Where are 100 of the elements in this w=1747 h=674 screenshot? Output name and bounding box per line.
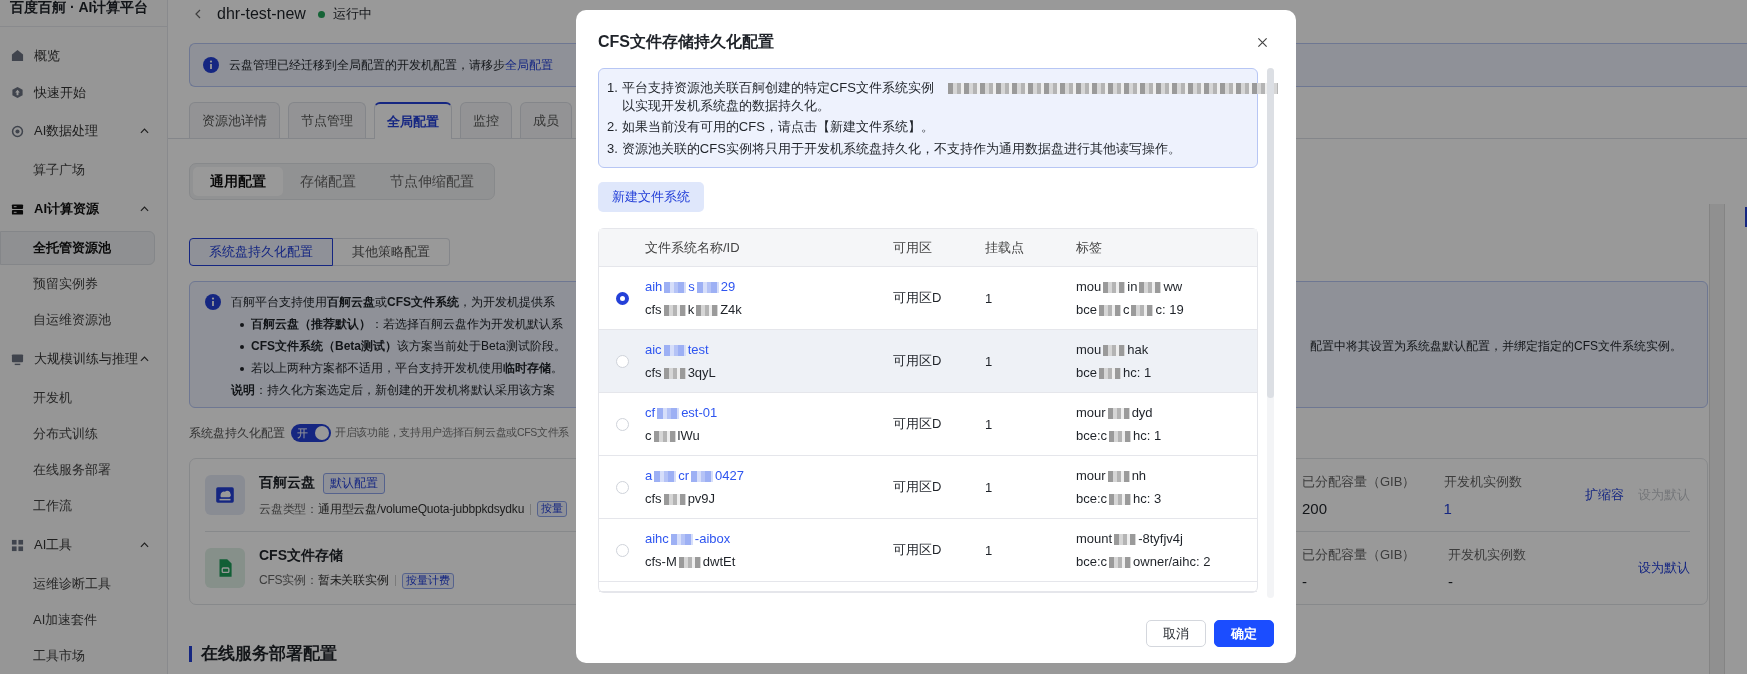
nav-item[interactable]: 分布式训练	[0, 417, 155, 451]
table-cell-text: 可用区D	[893, 289, 943, 307]
metric-value[interactable]: 1	[1443, 500, 1585, 517]
nav-item[interactable]: 大规模训练与推理	[0, 339, 167, 379]
scrollbar[interactable]	[1709, 204, 1725, 674]
nav-item[interactable]: 工作流	[0, 489, 155, 523]
table-row[interactable]: aic test cfs 3qyL 可用区D 1 mou hak bce hc: 1	[599, 330, 1257, 393]
setting-hint: 开启该功能，支持用户选择百舸云盘或CFS文件系	[335, 426, 570, 440]
file-system-id: cfs pv9J	[645, 491, 716, 506]
nav-item[interactable]: AI数据处理	[0, 111, 167, 151]
note-text: 资源池关联的CFS实例将只用于开发机系统盘持久化，不支持作为通用数据盘进行其他读写操作。	[621, 139, 1181, 157]
tab[interactable]: 节点管理	[288, 102, 366, 138]
metric-label: 已分配容量（GIB）	[1302, 546, 1417, 564]
info-text: 百舸云盘（推荐默认）：若选择百舸云盘作为开发机默认系	[251, 316, 563, 333]
section-title: 在线服务部署配置	[201, 643, 337, 665]
nav-item[interactable]: AI计算资源	[0, 189, 167, 229]
file-system-id: cfs-M dwtEt	[645, 554, 736, 569]
metric-label: 开发机实例数	[1443, 473, 1523, 491]
nav-item[interactable]: 预留实例券	[0, 267, 155, 301]
grid-icon	[11, 538, 24, 552]
notice-link[interactable]: 全局配置	[505, 56, 553, 74]
nav-item[interactable]: 快速开始	[0, 74, 167, 111]
file-system-id: c lWu	[645, 428, 700, 443]
tab[interactable]: 全局配置	[374, 102, 452, 139]
segment[interactable]: 节点伸缩配置	[373, 167, 491, 196]
app-title: 百度百舸 · AI计算平台	[10, 0, 149, 16]
info-text: 百舸平台支持使用百舸云盘或CFS文件系统，为开发机提供系	[231, 294, 555, 311]
anchor-marker	[1745, 207, 1747, 227]
column-header: 文件系统名称/ID	[645, 238, 741, 257]
nav-item[interactable]: 开发机	[0, 381, 155, 415]
table-cell-text: 可用区D	[893, 541, 943, 559]
table-row[interactable]: cf est-01 c lWu 可用区D 1 mour dyd bce:c hc: 1	[599, 393, 1257, 456]
nav-item[interactable]: 概览	[0, 37, 167, 74]
note-text: 如果当前没有可用的CFS，请点击【新建文件系统】。	[621, 118, 934, 136]
note-text: 平台支持资源池关联百舸创建的特定CFS文件系统实例 以实现开发机系统盘的数据持久化。	[621, 79, 1280, 114]
back-icon[interactable]	[195, 9, 201, 19]
tab[interactable]: 成员	[520, 102, 572, 138]
server-icon	[11, 202, 24, 216]
nav-item[interactable]: 算子广场	[0, 153, 155, 187]
home-icon	[11, 49, 24, 62]
sub-tab[interactable]: 其他策略配置	[333, 238, 450, 266]
nav-item[interactable]: 自运维资源池	[0, 303, 155, 337]
nav-item[interactable]: 全托管资源池	[0, 231, 155, 265]
table-cell-text: 1	[985, 290, 994, 306]
column-header: 挂载点	[985, 238, 1025, 257]
hexagon-icon	[11, 86, 24, 99]
nav-item[interactable]: 在线服务部署	[0, 453, 155, 487]
action-link[interactable]: 扩缩容	[1585, 486, 1624, 504]
toggle-switch[interactable]: 开	[291, 424, 331, 442]
cancel-button[interactable]: 取消	[1146, 620, 1206, 647]
column-header: 标签	[1076, 238, 1103, 257]
scrollbar[interactable]	[1267, 68, 1274, 598]
file-system-link[interactable]: cf est-01	[645, 405, 718, 420]
info-text: 配置中将其设置为系统盘默认配置，并绑定指定的CFS文件系统实例。	[1310, 338, 1682, 355]
table-cell-text: 1	[985, 542, 994, 558]
resource-title: dhr-test-new	[217, 5, 306, 23]
file-system-link[interactable]: aihc -aibox	[645, 531, 731, 546]
nav-item[interactable]: 工具市场	[0, 639, 155, 673]
note-number: 2.	[607, 118, 618, 136]
detail-label: CFS实例：	[259, 572, 318, 589]
tag-text: bce c c: 19	[1076, 302, 1184, 317]
radio-button[interactable]	[615, 291, 629, 305]
target-icon	[11, 124, 24, 138]
tab[interactable]: 资源池详情	[189, 102, 280, 138]
storage-name: CFS文件存储	[259, 547, 343, 565]
nav-item[interactable]: 运维诊断工具	[0, 567, 155, 601]
nav-item[interactable]: AI加速套件	[0, 603, 155, 637]
info-text: 若以上两种方案都不适用，平台支持开发机使用临时存储。	[251, 360, 563, 377]
segment[interactable]: 通用配置	[193, 167, 283, 196]
note-number: 3.	[607, 139, 618, 157]
billing-tag: 按量计费	[401, 572, 454, 589]
confirm-button[interactable]: 确定	[1214, 620, 1274, 647]
metric-value: -	[1302, 573, 1308, 590]
file-system-link[interactable]: aic test	[645, 342, 709, 357]
nav-item[interactable]: AI工具	[0, 525, 167, 565]
new-file-system-button[interactable]: 新建文件系统	[598, 182, 704, 212]
tag-text: bce:c hc: 1	[1076, 428, 1162, 443]
dialog-title: CFS文件存储持久化配置	[598, 31, 774, 52]
file-icon	[205, 548, 245, 588]
table-cell-text: 1	[985, 479, 994, 495]
action-link[interactable]: 设为默认	[1638, 559, 1690, 577]
table-cell-text: 1	[985, 416, 994, 432]
detail-value: 通用型云盘/volumeQuota-jubbpkdsydku	[318, 500, 525, 518]
segment[interactable]: 存储配置	[283, 167, 373, 196]
note-number: 1.	[607, 79, 618, 97]
table-row[interactable]: aihc -aibox cfs-M dwtEt 可用区D 1 mount -8tyfjv4j bce:c owner/aihc: 2	[599, 519, 1257, 582]
tag-text: mour dyd	[1076, 405, 1153, 420]
info-text: CFS文件系统（Beta测试）该方案当前处于Beta测试阶段。	[251, 338, 566, 355]
tag-text: bce hc: 1	[1076, 365, 1152, 380]
tab[interactable]: 监控	[460, 102, 512, 138]
file-system-link[interactable]: a cr 0427	[645, 468, 744, 483]
tag-text: mour nh	[1076, 468, 1147, 483]
bullet-icon	[240, 344, 244, 349]
metric-label: 开发机实例数	[1448, 546, 1527, 564]
sub-tab[interactable]: 系统盘持久化配置	[189, 238, 333, 266]
bullet-icon	[240, 366, 244, 371]
table-row[interactable]: a cr 0427 cfs pv9J 可用区D 1 mour nh bce:c hc: 3	[599, 456, 1257, 519]
file-system-link[interactable]: aih s 29	[645, 279, 736, 294]
info-text: 说明：持久化方案选定后，新创建的开发机将默认采用该方案	[231, 382, 555, 399]
close-icon[interactable]	[1257, 36, 1268, 48]
